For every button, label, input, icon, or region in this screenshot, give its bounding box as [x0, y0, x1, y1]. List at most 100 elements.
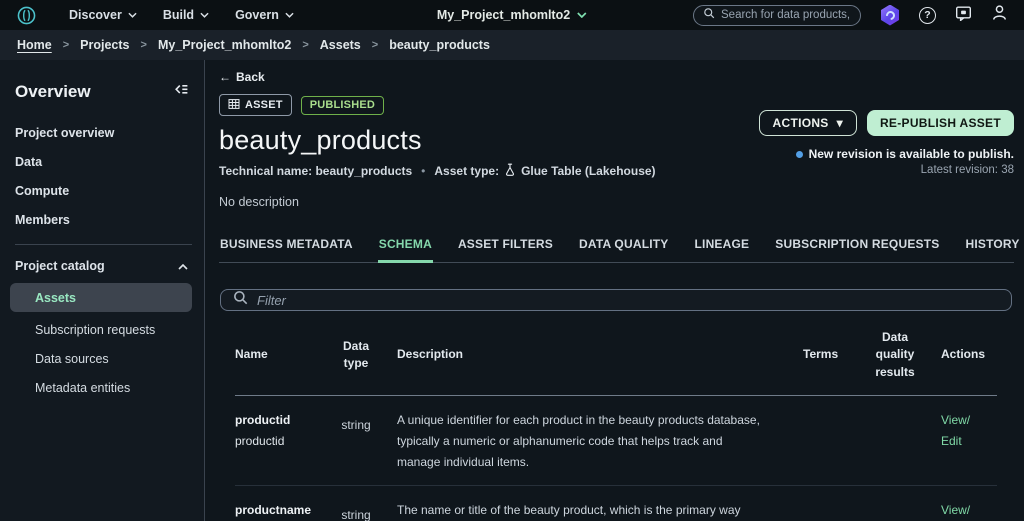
- tab-asset-filters[interactable]: ASSET FILTERS: [457, 229, 554, 262]
- tab-schema[interactable]: SCHEMA: [378, 229, 433, 263]
- sidebar-item-compute[interactable]: Compute: [15, 176, 192, 205]
- sidebar-item-project-overview[interactable]: Project overview: [15, 118, 192, 147]
- schema-filter-input[interactable]: [257, 293, 999, 308]
- sidebar-item-members[interactable]: Members: [15, 205, 192, 234]
- actions-button[interactable]: ACTIONS ▾: [759, 110, 857, 136]
- tab-business-metadata[interactable]: BUSINESS METADATA: [219, 229, 354, 262]
- asset-header-left: ASSET PUBLISHED beauty_products Technica…: [219, 94, 656, 209]
- schema-filter[interactable]: [220, 289, 1012, 311]
- breadcrumb-home[interactable]: Home: [17, 38, 52, 52]
- cell-name: productname productname: [235, 500, 315, 521]
- breadcrumb-separator: >: [302, 39, 308, 51]
- sidebar-section-project-catalog[interactable]: Project catalog: [15, 251, 192, 281]
- nav-menu-label: Discover: [69, 8, 122, 22]
- tab-data-quality[interactable]: DATA QUALITY: [578, 229, 670, 262]
- main-content: ← Back: [205, 60, 1024, 521]
- cell-quality: [863, 410, 927, 473]
- sidebar-item-metadata-entities[interactable]: Metadata entities: [15, 373, 192, 402]
- chevron-up-icon: [178, 259, 188, 273]
- action-buttons: ACTIONS ▾ RE-PUBLISH ASSET: [759, 110, 1014, 136]
- asset-meta-row: Technical name: beauty_products • Asset …: [219, 163, 656, 179]
- edit-link[interactable]: Edit: [941, 431, 997, 451]
- nav-menu-discover[interactable]: Discover: [69, 8, 137, 22]
- sidebar-item-subscription-requests[interactable]: Subscription requests: [15, 315, 192, 344]
- sidebar-item-data[interactable]: Data: [15, 147, 192, 176]
- sidebar-divider: [15, 244, 192, 245]
- cell-data-type: string: [329, 410, 383, 473]
- field-name: productname: [235, 500, 315, 520]
- back-arrow-icon: ←: [219, 70, 231, 84]
- search-icon: [233, 290, 248, 310]
- field-name: productid: [235, 410, 315, 430]
- breadcrumb-projects[interactable]: Projects: [80, 38, 129, 52]
- cell-terms: [803, 500, 849, 521]
- field-technical-name: productid: [235, 431, 315, 451]
- chevron-down-icon: [128, 12, 137, 18]
- schema-table: Name Data type Description Terms Data qu…: [220, 313, 1012, 521]
- chevron-down-icon: [577, 12, 587, 18]
- help-glyph: ?: [924, 9, 930, 21]
- breadcrumb-project-name[interactable]: My_Project_mhomlto2: [158, 38, 291, 52]
- nav-menu-govern[interactable]: Govern: [235, 8, 294, 22]
- status-badge-label: PUBLISHED: [310, 99, 375, 111]
- cell-description: A unique identifier for each product in …: [397, 410, 789, 473]
- cell-description: The name or title of the beauty product,…: [397, 500, 789, 521]
- cell-quality: [863, 500, 927, 521]
- view-edit-link[interactable]: View/ Edit: [941, 410, 997, 473]
- sidebar-item-data-sources[interactable]: Data sources: [15, 344, 192, 373]
- back-link[interactable]: ← Back: [219, 70, 1014, 84]
- caret-down-icon: ▾: [837, 116, 843, 130]
- cell-name: productid productid: [235, 410, 315, 473]
- tab-bar: BUSINESS METADATA SCHEMA ASSET FILTERS D…: [219, 229, 1014, 263]
- amazon-q-icon[interactable]: [880, 5, 900, 26]
- sidebar-item-assets[interactable]: Assets: [10, 283, 192, 312]
- view-link[interactable]: View/: [941, 410, 997, 430]
- sidebar-header: Overview: [15, 76, 192, 118]
- meta-separator: •: [421, 164, 425, 178]
- global-search[interactable]: [693, 5, 861, 26]
- nav-menu-label: Govern: [235, 8, 279, 22]
- amazon-q-swirl: [884, 9, 897, 22]
- asset-type-value: Glue Table (Lakehouse): [521, 164, 655, 178]
- tab-subscription-requests[interactable]: SUBSCRIPTION REQUESTS: [774, 229, 940, 262]
- topbar-right: ?: [693, 4, 1008, 26]
- user-profile-icon[interactable]: [991, 4, 1008, 26]
- republish-asset-button[interactable]: RE-PUBLISH ASSET: [867, 110, 1014, 136]
- project-selector-dropdown[interactable]: My_Project_mhomlto2: [437, 8, 587, 22]
- sidebar-section-label: Project catalog: [15, 259, 105, 273]
- nav-menu-build[interactable]: Build: [163, 8, 209, 22]
- table-row: productname productname string The name …: [235, 486, 997, 521]
- column-header-terms: Terms: [803, 346, 849, 363]
- column-header-name: Name: [235, 346, 315, 363]
- content-row: Overview Project overview Data Compute M…: [0, 60, 1024, 521]
- top-navigation-bar: Discover Build Govern My_Project_mhomlto…: [0, 0, 1024, 30]
- topbar-left: Discover Build Govern: [16, 5, 294, 26]
- search-icon: [703, 6, 715, 24]
- tab-history[interactable]: HISTORY: [964, 229, 1020, 262]
- view-edit-link[interactable]: View/ Edit: [941, 500, 997, 521]
- breadcrumb-separator: >: [141, 39, 147, 51]
- glue-flask-icon: [504, 163, 516, 179]
- collapse-panel-icon[interactable]: [173, 82, 190, 102]
- breadcrumb-separator: >: [372, 39, 378, 51]
- feedback-icon[interactable]: [955, 5, 972, 26]
- chevron-down-icon: [285, 12, 294, 18]
- column-header-data-type: Data type: [329, 338, 383, 373]
- chevron-down-icon: [200, 12, 209, 18]
- app-logo-icon[interactable]: [16, 5, 37, 26]
- latest-revision: Latest revision: 38: [759, 164, 1014, 176]
- technical-name: Technical name: beauty_products: [219, 164, 412, 178]
- project-selector-label: My_Project_mhomlto2: [437, 8, 570, 22]
- actions-button-label: ACTIONS: [773, 116, 829, 130]
- global-search-input[interactable]: [721, 9, 851, 21]
- nav-menu-label: Build: [163, 8, 194, 22]
- view-link[interactable]: View/: [941, 500, 997, 520]
- tab-lineage[interactable]: LINEAGE: [694, 229, 751, 262]
- table-row: productid productid string A unique iden…: [235, 396, 997, 486]
- asset-description: No description: [219, 195, 656, 209]
- app-root: Discover Build Govern My_Project_mhomlto…: [0, 0, 1024, 521]
- status-badge: PUBLISHED: [301, 96, 384, 115]
- help-icon[interactable]: ?: [919, 7, 936, 24]
- revision-notice: New revision is available to publish.: [759, 147, 1014, 161]
- breadcrumb-assets[interactable]: Assets: [320, 38, 361, 52]
